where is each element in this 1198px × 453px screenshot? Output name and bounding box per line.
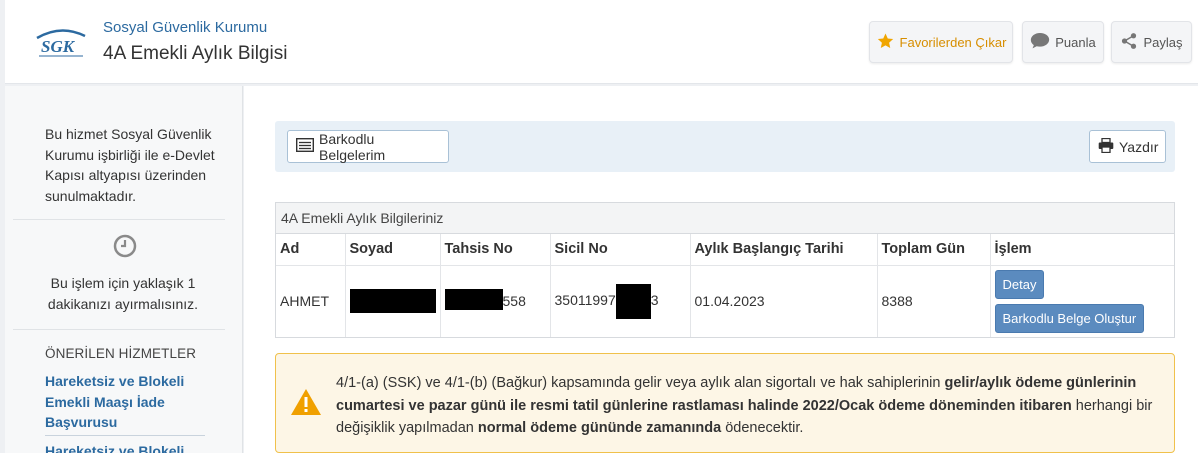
redaction-bar [444, 288, 503, 310]
header: SGK Sosyal Güvenlik Kurumu 4A Emekli Ayl… [5, 0, 1198, 84]
share-button[interactable]: Paylaş [1111, 21, 1192, 63]
suggested-services-heading: ÖNERİLEN HİZMETLER [45, 346, 197, 361]
barcoded-documents-button[interactable]: Barkodlu Belgelerim [287, 130, 449, 163]
toolbar: Barkodlu Belgelerim Yazdır [275, 121, 1175, 172]
sgk-logo[interactable]: SGK [33, 22, 89, 62]
warning-alert: 4/1-(a) (SSK) ve 4/1-(b) (Bağkur) kapsam… [275, 353, 1175, 453]
ad-cell: AHMET [276, 265, 346, 337]
start-date-cell: 01.04.2023 [690, 265, 878, 337]
column-header: Toplam Gün [877, 234, 991, 266]
list-icon [295, 137, 319, 155]
share-icon [1120, 32, 1143, 53]
table-header-row: Ad Soyad Tahsis No Sicil No Aylık Başlan… [276, 234, 1174, 266]
service-info-text: Bu hizmet Sosyal Güvenlik Kurumu işbirli… [45, 126, 215, 204]
main-content: Barkodlu Belgelerim Yazdır 4A Emekli Ayl… [244, 86, 1198, 453]
suggested-service-link[interactable]: Hareketsiz ve Blokeli Emekli Maaşı İade … [45, 371, 205, 433]
link-divider [45, 435, 205, 436]
soyad-cell [345, 265, 441, 337]
remove-favorite-button[interactable]: Favorilerden Çıkar [869, 21, 1013, 63]
actions-cell: Detay Barkodlu Belge Oluştur [990, 265, 1174, 337]
table-row: AHMET 558 35011997 3 01.04.2023 8388 Deta… [276, 265, 1174, 337]
barcoded-documents-label: Barkodlu Belgelerim [319, 130, 386, 163]
rate-button[interactable]: Puanla [1022, 21, 1104, 63]
remove-favorite-label: Favorilerden Çıkar [899, 34, 1007, 50]
panel-title: 4A Emekli Aylık Bilgileriniz [276, 203, 1174, 234]
warning-icon [290, 388, 322, 421]
detail-button[interactable]: Detay [994, 269, 1045, 299]
logo-text: SGK [41, 37, 76, 56]
column-header: Ad [276, 234, 346, 266]
share-label: Paylaş [1143, 34, 1183, 50]
column-header: Tahsis No [440, 234, 551, 266]
warning-text-part: ödenecektir. [721, 420, 804, 436]
warning-text: 4/1-(a) (SSK) ve 4/1-(b) (Bağkur) kapsam… [336, 372, 1156, 440]
org-name: Sosyal Güvenlik Kurumu [103, 19, 268, 36]
printer-icon [1098, 137, 1119, 156]
clock-icon [113, 234, 137, 263]
tahsis-no-cell: 558 [440, 265, 551, 337]
estimated-time-text: Bu işlem için yaklaşık 1 dakikanızı ayır… [47, 275, 199, 312]
sidebar-divider [13, 329, 225, 330]
warning-text-part: 4/1-(a) (SSK) ve 4/1-(b) (Bağkur) kapsam… [336, 375, 945, 391]
sicil-no-suffix: 3 [650, 291, 659, 308]
sicil-no-cell: 35011997 3 [550, 265, 691, 337]
column-header: Sicil No [550, 234, 691, 266]
speech-bubble-icon [1030, 32, 1055, 52]
sidebar-divider [13, 219, 225, 220]
column-header: Aylık Başlangıç Tarihi [690, 234, 878, 266]
sicil-no-prefix: 35011997 [554, 291, 616, 308]
create-barcoded-document-button[interactable]: Barkodlu Belge Oluştur [994, 303, 1145, 333]
print-button[interactable]: Yazdır [1089, 130, 1166, 163]
star-icon [876, 32, 900, 53]
column-header: Soyad [345, 234, 441, 266]
redaction-bar [615, 283, 651, 319]
pension-info-panel: 4A Emekli Aylık Bilgileriniz Ad Soyad Ta… [275, 202, 1175, 338]
column-header: İşlem [990, 234, 1174, 266]
redaction-bar [349, 289, 436, 314]
suggested-service-link[interactable]: Hareketsiz ve Blokeli [45, 441, 205, 453]
print-label: Yazdır [1119, 138, 1159, 155]
tahsis-no-suffix: 558 [502, 292, 526, 309]
sidebar: Bu hizmet Sosyal Güvenlik Kurumu işbirli… [5, 86, 243, 453]
warning-text-bold: normal ödeme gününde zamanında [477, 420, 722, 436]
pension-table: Ad Soyad Tahsis No Sicil No Aylık Başlan… [276, 234, 1174, 337]
rate-label: Puanla [1055, 34, 1096, 50]
total-days-cell: 8388 [877, 265, 991, 337]
page-title: 4A Emekli Aylık Bilgisi [103, 43, 288, 64]
